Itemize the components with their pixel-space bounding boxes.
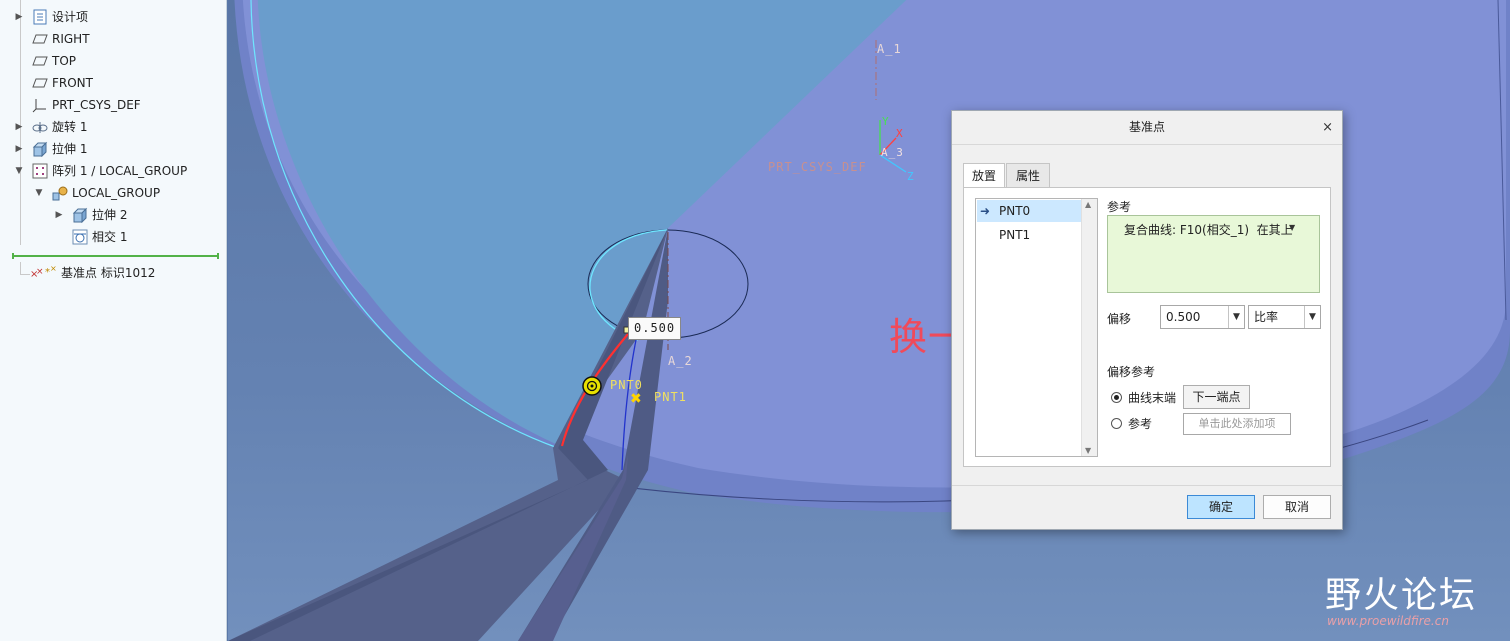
radio-reference-label[interactable]: 参考 (1128, 415, 1152, 432)
expand-arrow-icon[interactable]: ▶ (14, 116, 24, 138)
pnt1-label: PNT1 (654, 390, 687, 404)
intersect-icon (72, 229, 88, 245)
pnt0-marker-dot (590, 384, 594, 388)
tree-item-label: 拉伸 2 (92, 208, 128, 222)
tree-item-label: PRT_CSYS_DEF (52, 98, 141, 112)
design-items-icon (32, 9, 48, 25)
svg-text:×: × (50, 265, 57, 273)
tree-item-label: LOCAL_GROUP (72, 186, 161, 200)
list-item-pnt0[interactable]: ➜ PNT0 (977, 200, 1081, 222)
arrow-right-icon: ➜ (980, 204, 991, 218)
offset-input[interactable]: 0.500 ▼ (1160, 305, 1245, 329)
expand-arrow-icon[interactable]: ▶ (14, 138, 24, 160)
collapse-arrow-icon[interactable]: ▼ (14, 160, 24, 182)
pnt0-label: PNT0 (610, 378, 643, 392)
datum-plane-icon (32, 75, 48, 91)
insert-here-indicator[interactable] (12, 253, 219, 259)
radio-reference[interactable] (1111, 418, 1122, 429)
pnt1-marker[interactable]: ✖ (630, 391, 642, 407)
csys-y-label: Y (882, 115, 890, 128)
extrude-icon (32, 141, 48, 158)
tree-item-label: 相交 1 (92, 230, 128, 244)
radio-curve-end-label[interactable]: 曲线末端 (1128, 389, 1176, 406)
pattern-icon (32, 163, 48, 179)
expand-arrow-icon[interactable]: ▶ (14, 6, 24, 28)
dialog-title: 基准点 (952, 111, 1342, 145)
scroll-down-icon[interactable]: ▼ (1085, 446, 1091, 455)
ok-button[interactable]: 确定 (1187, 495, 1255, 519)
tree-item-label: TOP (52, 54, 77, 68)
chevron-down-icon[interactable]: ▼ (1289, 223, 1295, 232)
chevron-down-icon[interactable]: ▼ (1304, 306, 1320, 328)
offset-value-tag[interactable]: 0.500 (628, 317, 682, 340)
tree-item-right-plane[interactable]: RIGHT (0, 28, 226, 50)
list-item-label: PNT1 (999, 228, 1031, 242)
tree-item-intersect-1[interactable]: 相交 1 (0, 226, 226, 248)
watermark-url: www.proewildfire.cn (1327, 614, 1449, 628)
extrude-icon (72, 207, 88, 224)
csys-label: PRT_CSYS_DEF (768, 160, 867, 174)
next-end-button[interactable]: 下一端点 (1183, 385, 1250, 409)
datum-plane-icon (32, 31, 48, 47)
list-item-label: PNT0 (999, 204, 1031, 218)
tree-item-extrude-2[interactable]: ▶ 拉伸 2 (0, 204, 226, 226)
tree-item-label: 旋转 1 (52, 120, 88, 134)
tree-item-pattern-1[interactable]: ▼ 阵列 1 / LOCAL_GROUP (0, 160, 226, 182)
axis-a2-label: A_2 (668, 354, 693, 368)
model-tree: ▶ 设计项 RIGHT TOP FRONT PRT_CSYS_DEF ▶ 旋转 … (0, 0, 227, 641)
tab-properties[interactable]: 属性 (1006, 163, 1050, 187)
coordinate-system-icon (32, 97, 48, 113)
dialog-divider (952, 485, 1342, 486)
offset-mode-value: 比率 (1254, 310, 1279, 324)
close-icon[interactable]: × (1322, 111, 1333, 144)
axis-a3-label: A_3 (881, 146, 904, 159)
tree-item-label: RIGHT (52, 32, 90, 46)
csys-x-label: X (896, 127, 904, 140)
tree-item-revolve-1[interactable]: ▶ 旋转 1 (0, 116, 226, 138)
reference-label: 参考 (1107, 200, 1132, 214)
tree-item-extrude-1[interactable]: ▶ 拉伸 1 (0, 138, 226, 160)
watermark-text: 野火论坛 (1325, 575, 1478, 616)
tree-item-top-plane[interactable]: TOP (0, 50, 226, 72)
list-item-pnt1[interactable]: PNT1 (977, 224, 1081, 246)
watermark: 野火论坛 www.proewildfire.cn (1325, 566, 1478, 628)
tree-item-csys[interactable]: PRT_CSYS_DEF (0, 94, 226, 116)
reference-value[interactable]: 复合曲线: F10(相交_1) 在其上 (1124, 221, 1293, 238)
offset-mode-select[interactable]: 比率 ▼ (1248, 305, 1321, 329)
tree-item-label: 拉伸 1 (52, 142, 88, 156)
expand-arrow-icon[interactable]: ▶ (54, 204, 64, 226)
tree-item-design-items[interactable]: ▶ 设计项 (0, 6, 226, 28)
tree-item-local-group[interactable]: ▼ LOCAL_GROUP (0, 182, 226, 204)
add-reference-collector[interactable]: 单击此处添加项 (1183, 413, 1291, 435)
datum-point-dialog: 基准点 × 放置 属性 ➜ PNT0 PNT1 ▲ ▼ 参考 复合曲线: F10… (951, 110, 1343, 530)
datum-point-icon: × × * × (30, 264, 60, 281)
svg-text:×: × (36, 267, 44, 277)
axis-a1-label: A_1 (877, 42, 902, 56)
tree-guide-line (20, 274, 30, 275)
radio-curve-end[interactable] (1111, 392, 1122, 403)
tree-item-label: FRONT (52, 76, 93, 90)
list-scrollbar[interactable]: ▲ ▼ (1081, 199, 1097, 456)
placement-panel: ➜ PNT0 PNT1 ▲ ▼ 参考 复合曲线: F10(相交_1) 在其上 ▼… (963, 187, 1331, 467)
cancel-button[interactable]: 取消 (1263, 495, 1331, 519)
offset-reference-label: 偏移参考 (1107, 365, 1156, 379)
scroll-up-icon[interactable]: ▲ (1085, 200, 1091, 209)
tab-placement[interactable]: 放置 (963, 163, 1005, 188)
tree-item-front-plane[interactable]: FRONT (0, 72, 226, 94)
offset-label: 偏移 (1107, 312, 1132, 326)
group-icon (52, 185, 68, 201)
tree-item-label: 阵列 1 / LOCAL_GROUP (52, 164, 188, 178)
chevron-down-icon[interactable]: ▼ (1228, 306, 1244, 328)
point-list[interactable]: ➜ PNT0 PNT1 ▲ ▼ (975, 198, 1098, 457)
reference-collector[interactable]: 复合曲线: F10(相交_1) 在其上 ▼ (1107, 215, 1320, 293)
csys-z-label: Z (907, 170, 915, 183)
tree-guide-line (20, 262, 21, 274)
tree-item-label: 基准点 标识1012 (61, 266, 156, 280)
tree-item-label: 设计项 (52, 10, 89, 24)
tree-item-datum-point-insert[interactable]: × × * × 基准点 标识1012 (0, 262, 226, 284)
offset-input-value: 0.500 (1166, 310, 1201, 324)
collapse-arrow-icon[interactable]: ▼ (34, 182, 44, 204)
revolve-icon (32, 119, 48, 135)
datum-plane-icon (32, 53, 48, 69)
